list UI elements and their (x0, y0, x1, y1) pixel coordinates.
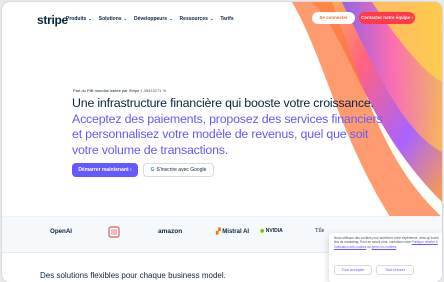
nvidia-label: NVIDIA (265, 228, 283, 234)
top-navigation: stripe Produits ⌄ Solutions ⌄ Développeu… (2, 2, 442, 38)
cookie-banner: Nous utilisons des cookies pour améliore… (329, 233, 442, 282)
hero-headline-primary: Une infrastructure financière qui booste… (72, 96, 374, 110)
stripe-logo[interactable]: stripe (37, 13, 68, 27)
menu-tarifs[interactable]: Tarifs (220, 16, 233, 22)
cookie-preferences-link[interactable]: gérez les cookies (372, 245, 397, 249)
cookie-text: Nous utilisons des cookies pour améliore… (334, 236, 439, 249)
google-signup-label: S'inscrire avec Google (156, 167, 207, 173)
mistral-logo: ▞ Mistral AI (216, 228, 249, 235)
mistral-label: Mistral AI (222, 229, 250, 235)
chevron-down-icon: ⌄ (122, 16, 127, 21)
menu-produits-label: Produits (66, 16, 87, 22)
menu-ressources-label: Ressources (179, 16, 208, 22)
menu-solutions[interactable]: Solutions ⌄ (99, 16, 127, 22)
mistral-icon: ▞ (216, 229, 221, 235)
menu-produits[interactable]: Produits ⌄ (66, 16, 92, 22)
cookie-actions: Tout accepter Tout refuser (334, 265, 414, 275)
tile-logo: Tile (315, 228, 325, 234)
google-icon: G (150, 167, 155, 173)
contact-sales-label: Contacter notre équipe (360, 15, 411, 20)
login-button[interactable]: Se connecter (312, 12, 355, 24)
chevron-down-icon: ⌄ (168, 16, 173, 21)
start-now-button[interactable]: Démarrer maintenant › (72, 163, 138, 177)
chevron-down-icon: ⌄ (87, 16, 92, 21)
contact-sales-button[interactable]: Contacter notre équipe › (359, 12, 415, 24)
main-menu: Produits ⌄ Solutions ⌄ Développeurs ⌄ Re… (66, 16, 234, 22)
accept-all-cookies-button[interactable]: Tout accepter (334, 265, 372, 275)
nvidia-eye-icon: ◉ (260, 228, 265, 234)
chevron-down-icon: ⌄ (208, 16, 214, 21)
clarins-emblem-icon (108, 226, 120, 238)
menu-developpeurs[interactable]: Développeurs ⌄ (134, 16, 173, 22)
hero-headline: Une infrastructure financière qui booste… (72, 96, 392, 158)
gdp-kicker: Part du PIB mondial traitée par Stripe 1… (73, 88, 166, 93)
hero-headline-secondary: Acceptez des paiements, proposez des ser… (72, 111, 383, 157)
amazon-logo: amazon (158, 228, 183, 235)
menu-ressources[interactable]: Ressources ⌄ (180, 16, 214, 22)
gdp-kicker-amount: 1,35410271 % (140, 88, 167, 93)
menu-solutions-label: Solutions (98, 16, 122, 22)
chevron-right-icon: › (411, 15, 414, 20)
section-title: Des solutions flexibles pour chaque busi… (40, 271, 226, 280)
start-now-label: Démarrer maintenant (78, 167, 129, 173)
clarins-logo (108, 226, 120, 240)
google-signup-button[interactable]: G S'inscrire avec Google (143, 163, 214, 177)
refuse-all-cookies-button[interactable]: Tout refuser (376, 265, 414, 275)
menu-developpeurs-label: Développeurs (134, 16, 168, 22)
browser-viewport: stripe Produits ⌄ Solutions ⌄ Développeu… (2, 2, 442, 282)
nvidia-logo: ◉ NVIDIA (260, 228, 283, 234)
cookie-text-or: ou (367, 244, 371, 249)
chevron-right-icon: › (130, 167, 132, 173)
gdp-kicker-label: Part du PIB mondial traitée par Stripe (73, 88, 140, 93)
openai-logo: OpenAI (50, 228, 73, 235)
